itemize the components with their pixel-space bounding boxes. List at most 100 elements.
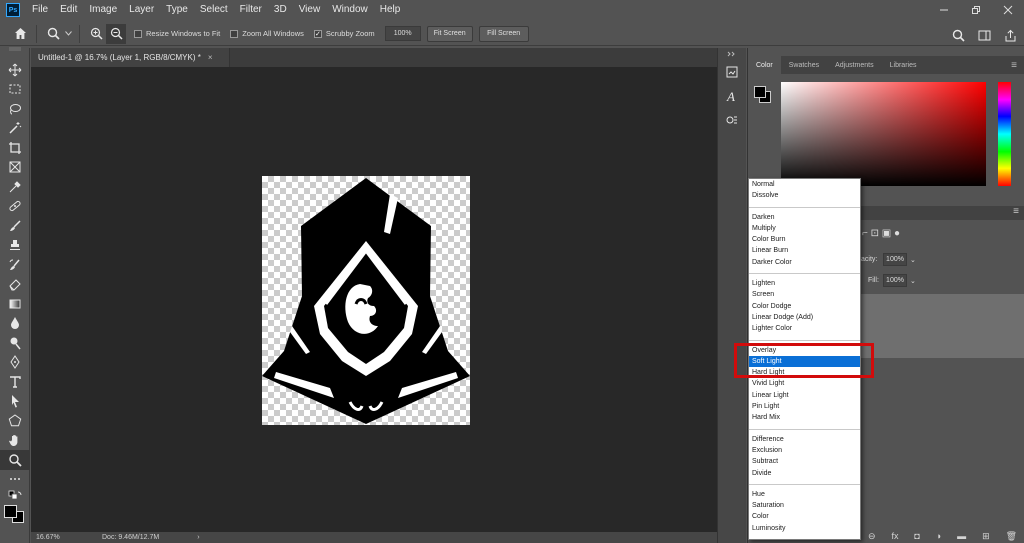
- blend-option-color-burn[interactable]: Color Burn: [749, 234, 860, 245]
- toolbar-grip[interactable]: [0, 47, 30, 60]
- more-tools-icon[interactable]: [0, 470, 30, 490]
- blend-option-saturation[interactable]: Saturation: [749, 500, 860, 511]
- menu-select[interactable]: Select: [194, 0, 234, 20]
- blend-option-hard-mix[interactable]: Hard Mix: [749, 412, 860, 423]
- close-tab-icon[interactable]: ×: [208, 53, 213, 62]
- new-group-icon[interactable]: ▬: [957, 531, 966, 541]
- blur-tool-icon[interactable]: [0, 314, 30, 334]
- clone-stamp-tool-icon[interactable]: [0, 236, 30, 256]
- foreground-swatch[interactable]: [754, 86, 766, 98]
- zoom-out-icon[interactable]: [106, 23, 126, 44]
- blend-option-difference[interactable]: Difference: [749, 434, 860, 445]
- blend-option-dissolve[interactable]: Dissolve: [749, 190, 860, 201]
- panel-menu-icon[interactable]: ≡: [1003, 56, 1024, 74]
- zoom-percent-field[interactable]: 100%: [384, 26, 421, 41]
- tab-adjustments[interactable]: Adjustments: [827, 56, 882, 74]
- menu-view[interactable]: View: [293, 0, 327, 20]
- blend-option-divide[interactable]: Divide: [749, 468, 860, 479]
- new-layer-icon[interactable]: ⊞: [982, 531, 990, 542]
- checkbox-box[interactable]: [134, 29, 142, 38]
- foreground-background-colors[interactable]: [0, 503, 30, 529]
- layer-row-selected[interactable]: [860, 294, 1024, 358]
- workspace-icon[interactable]: [974, 25, 994, 45]
- fit-screen-button[interactable]: Fit Screen: [426, 25, 473, 42]
- fx-icon[interactable]: fx: [891, 531, 898, 541]
- marquee-tool-icon[interactable]: [0, 80, 30, 100]
- restore-icon[interactable]: [960, 0, 992, 20]
- type-tool-icon[interactable]: [0, 372, 30, 392]
- menu-type[interactable]: Type: [160, 0, 194, 20]
- menu-edit[interactable]: Edit: [54, 0, 83, 20]
- blend-option-screen[interactable]: Screen: [749, 289, 860, 300]
- scrubby-zoom-checkbox[interactable]: ✓ Scrubby Zoom: [313, 29, 375, 38]
- blend-option-darken[interactable]: Darken: [749, 212, 860, 223]
- chevron-down-icon[interactable]: [63, 24, 73, 44]
- minimize-icon[interactable]: [928, 0, 960, 20]
- document-tab[interactable]: Untitled-1 @ 16.7% (Layer 1, RGB/8/CMYK)…: [31, 48, 230, 67]
- document-canvas[interactable]: [262, 176, 470, 425]
- blend-option-lighter-color[interactable]: Lighter Color: [749, 323, 860, 334]
- paragraph-panel-icon[interactable]: [718, 108, 746, 132]
- blend-option-pin-light[interactable]: Pin Light: [749, 401, 860, 412]
- menu-layer[interactable]: Layer: [123, 0, 160, 20]
- resize-windows-checkbox[interactable]: Resize Windows to Fit: [134, 29, 220, 38]
- character-panel-icon[interactable]: A: [718, 84, 746, 108]
- blend-option-darker-color[interactable]: Darker Color: [749, 257, 860, 268]
- photoshop-logo-icon[interactable]: Ps: [6, 3, 20, 17]
- opacity-chevron-icon[interactable]: ⌄: [910, 256, 916, 264]
- menu-filter[interactable]: Filter: [234, 0, 268, 20]
- zoom-all-windows-checkbox[interactable]: Zoom All Windows: [230, 29, 304, 38]
- blend-option-color[interactable]: Color: [749, 511, 860, 522]
- blend-option-linear-light[interactable]: Linear Light: [749, 390, 860, 401]
- history-brush-tool-icon[interactable]: [0, 255, 30, 275]
- color-picker-field[interactable]: [781, 82, 986, 186]
- collapse-arrows-icon[interactable]: [718, 48, 746, 60]
- hue-slider[interactable]: [998, 82, 1011, 186]
- menu-window[interactable]: Window: [326, 0, 374, 20]
- default-colors-icon[interactable]: [0, 489, 30, 503]
- frame-tool-icon[interactable]: [0, 158, 30, 178]
- foreground-color-swatch[interactable]: [4, 505, 17, 518]
- status-menu-arrow[interactable]: ›: [197, 534, 199, 541]
- home-icon[interactable]: [10, 24, 30, 44]
- gradient-tool-icon[interactable]: [0, 294, 30, 314]
- tab-swatches[interactable]: Swatches: [781, 56, 827, 74]
- blend-option-linear-dodge[interactable]: Linear Dodge (Add): [749, 312, 860, 323]
- healing-brush-tool-icon[interactable]: [0, 197, 30, 217]
- link-layers-icon[interactable]: ⊖: [868, 531, 876, 542]
- dodge-tool-icon[interactable]: [0, 333, 30, 353]
- magic-wand-tool-icon[interactable]: [0, 119, 30, 139]
- checkbox-box[interactable]: [230, 29, 239, 38]
- blend-option-hue[interactable]: Hue: [749, 489, 860, 500]
- eyedropper-tool-icon[interactable]: [0, 177, 30, 197]
- pen-tool-icon[interactable]: [0, 353, 30, 373]
- blend-option-lighten[interactable]: Lighten: [749, 278, 860, 289]
- brush-tool-icon[interactable]: [0, 216, 30, 236]
- fill-screen-button[interactable]: Fill Screen: [478, 25, 529, 42]
- history-panel-icon[interactable]: [718, 60, 746, 84]
- crop-tool-icon[interactable]: [0, 138, 30, 158]
- menu-file[interactable]: File: [26, 0, 54, 20]
- magnifier-icon[interactable]: [43, 24, 63, 44]
- search-icon[interactable]: [948, 25, 968, 45]
- blend-option-multiply[interactable]: Multiply: [749, 223, 860, 234]
- blend-option-subtract[interactable]: Subtract: [749, 456, 860, 467]
- shape-tool-icon[interactable]: [0, 411, 30, 431]
- blend-option-luminosity[interactable]: Luminosity: [749, 523, 860, 534]
- delete-layer-icon[interactable]: 🗑: [1006, 531, 1017, 542]
- menu-help[interactable]: Help: [374, 0, 407, 20]
- menu-3d[interactable]: 3D: [268, 0, 293, 20]
- blend-option-color-dodge[interactable]: Color Dodge: [749, 301, 860, 312]
- layers-menu-icon[interactable]: ≡: [1013, 206, 1019, 217]
- fill-field[interactable]: 100%: [883, 274, 907, 287]
- blend-option-exclusion[interactable]: Exclusion: [749, 445, 860, 456]
- tab-color[interactable]: Color: [748, 56, 781, 74]
- adjustment-layer-icon[interactable]: ◑: [936, 531, 941, 541]
- close-icon[interactable]: [992, 0, 1024, 20]
- move-tool-icon[interactable]: [0, 60, 30, 80]
- checkbox-box[interactable]: ✓: [313, 29, 322, 38]
- zoom-in-icon[interactable]: [86, 24, 106, 44]
- zoom-tool-icon[interactable]: [0, 450, 30, 470]
- layer-filter-icons[interactable]: ⌐ ⊡ ▣ ●: [862, 228, 900, 239]
- fill-chevron-icon[interactable]: ⌄: [910, 277, 916, 285]
